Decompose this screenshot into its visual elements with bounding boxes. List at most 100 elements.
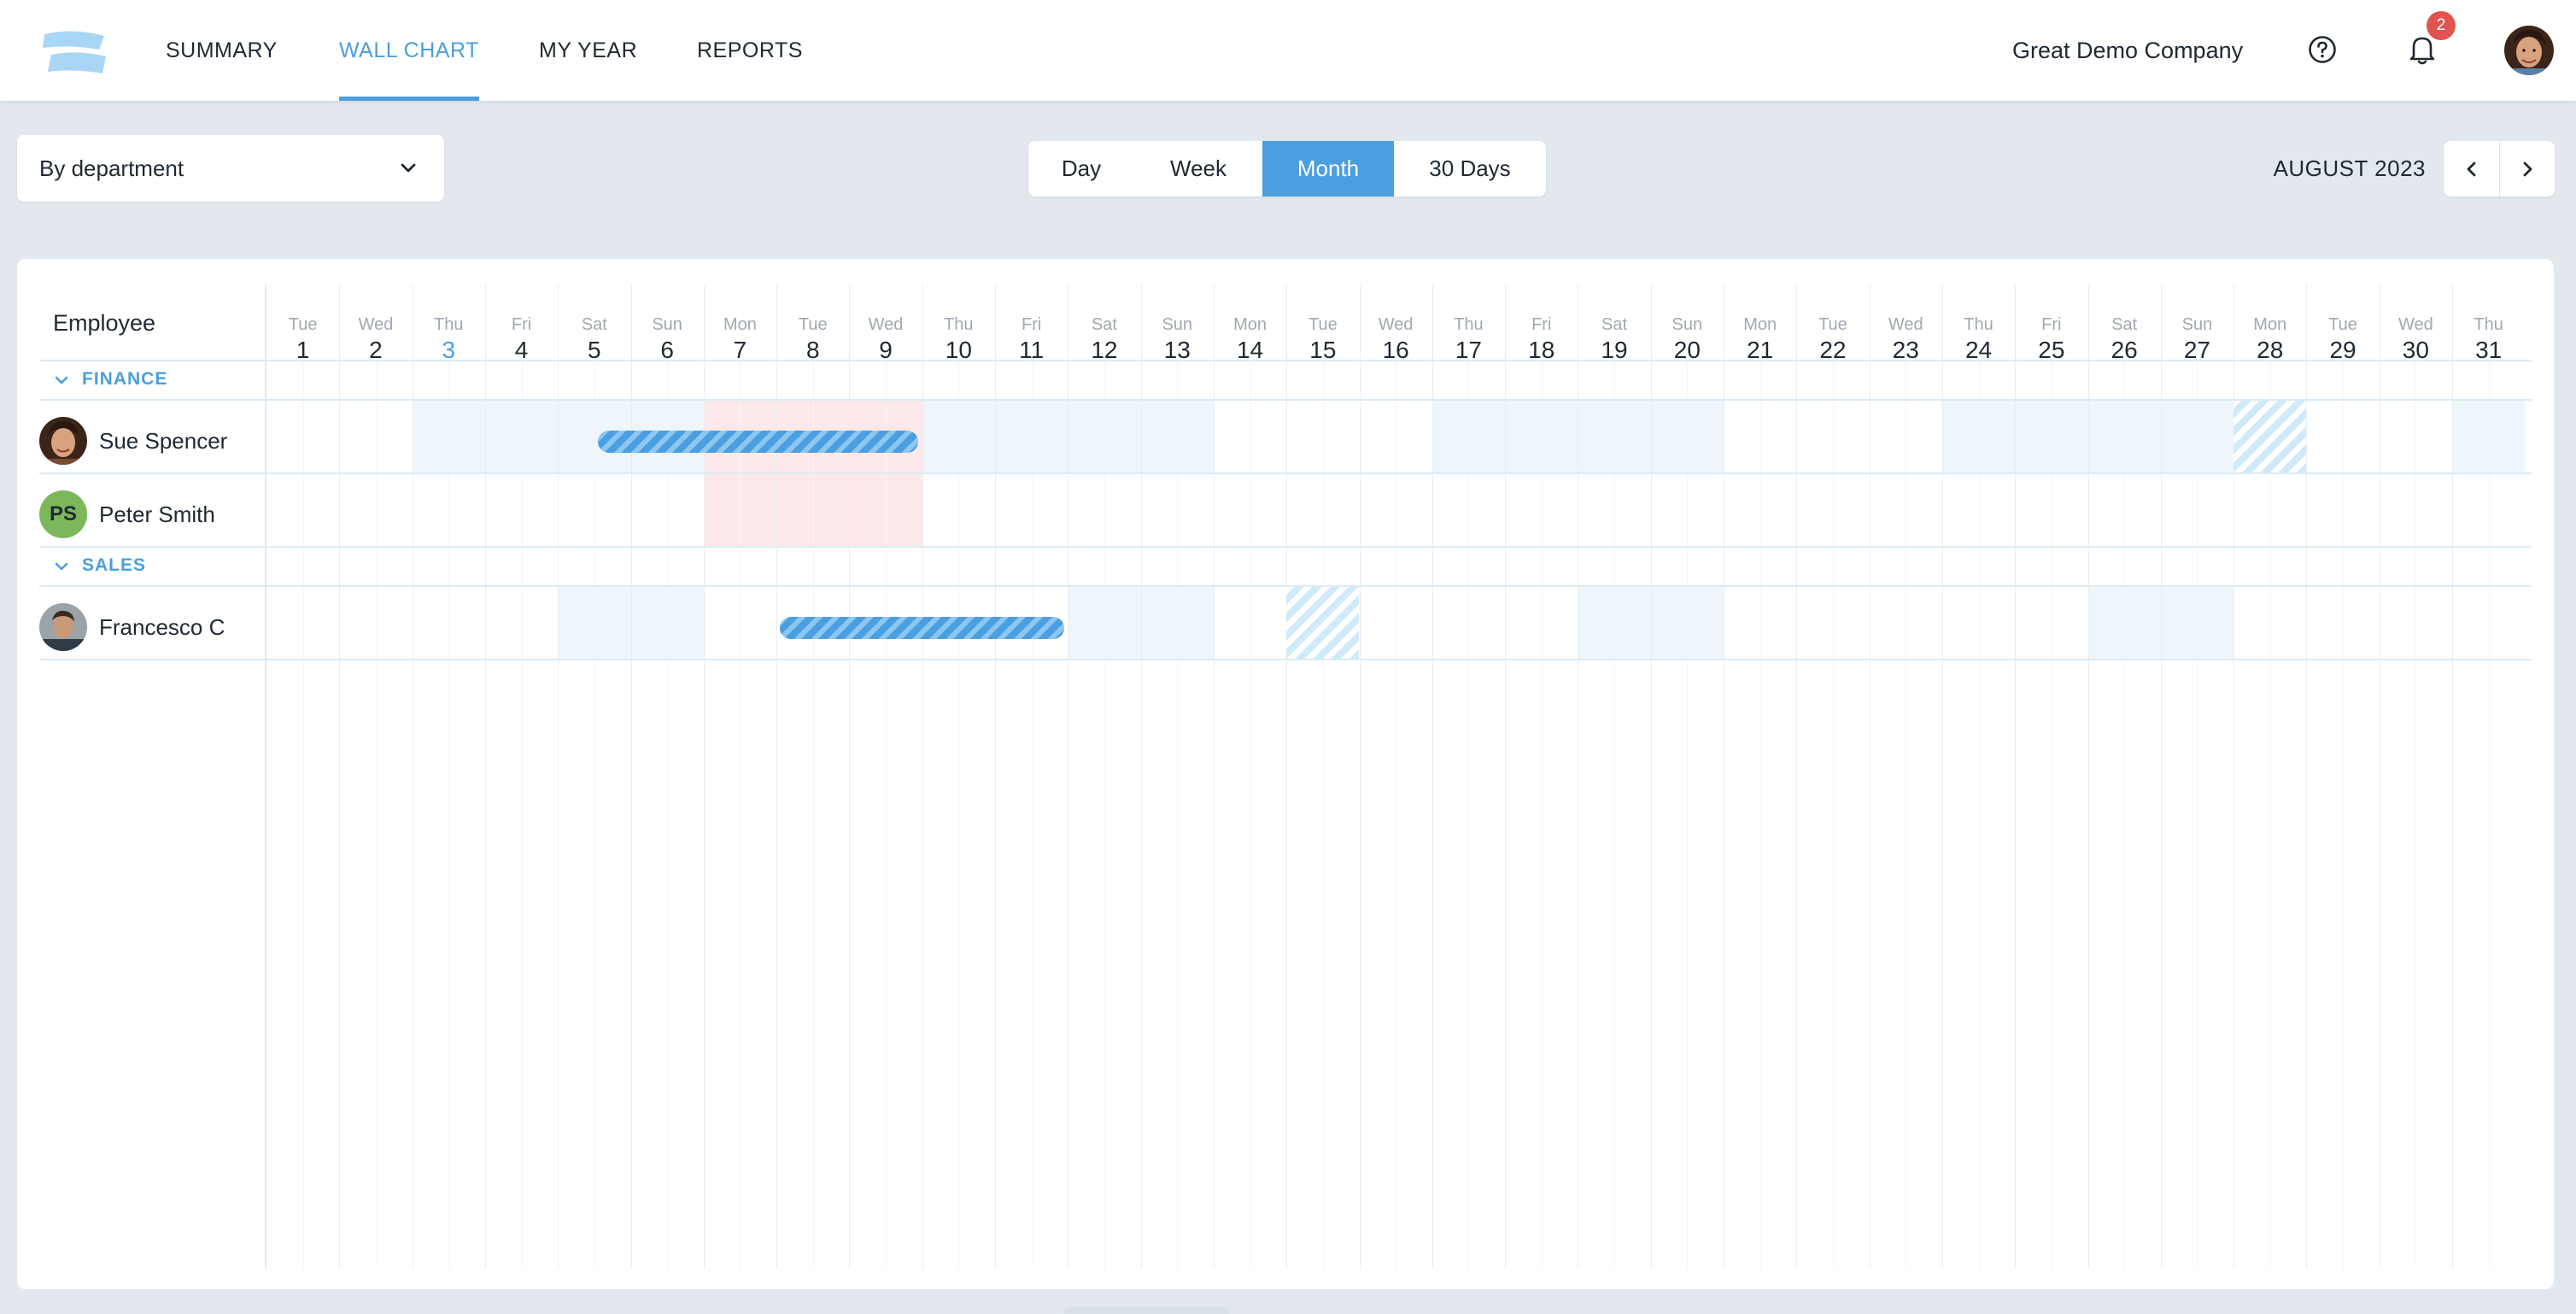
top-navigation: SUMMARY WALL CHART MY YEAR REPORTS Great… (0, 0, 2576, 101)
day-of-week-label: Sun (2181, 315, 2213, 334)
day-of-week-label: Tue (1818, 315, 1847, 334)
help-icon[interactable] (2308, 35, 2337, 64)
day-of-week-label: Wed (2397, 315, 2433, 334)
department-header-sales[interactable]: SALES (39, 546, 2532, 585)
current-period: AUGUST 2023 (2273, 155, 2426, 181)
period-pager (2444, 141, 2555, 197)
bottom-handle[interactable] (1064, 1306, 1230, 1314)
chevron-right-icon (2523, 161, 2532, 176)
view-week-button[interactable]: Week (1134, 141, 1262, 197)
half-day-divider (1832, 360, 1834, 1269)
nav-my-year[interactable]: MY YEAR (539, 0, 637, 101)
day-of-week-label: Mon (1233, 315, 1267, 334)
day-column-divider (1213, 285, 1215, 1269)
employee-row-sue-spencer[interactable]: Sue Spencer (39, 399, 265, 472)
day-of-week-label: Thu (944, 315, 974, 334)
half-day-divider (1177, 360, 1179, 1269)
half-day-divider (2415, 360, 2417, 1269)
employee-name: Francesco C (99, 614, 225, 640)
view-day-button[interactable]: Day (1028, 141, 1134, 197)
avatar: PS (39, 490, 87, 538)
view-30-days-button[interactable]: 30 Days (1394, 141, 1546, 197)
day-header-23: Wed 23 (1870, 315, 1942, 367)
day-column-divider (1431, 285, 1433, 1269)
leave-booking-bar[interactable] (780, 617, 1064, 639)
day-header-30: Wed 30 (2380, 315, 2452, 367)
pending-request-cell[interactable] (2234, 401, 2307, 472)
day-of-week-label: Fri (2041, 315, 2062, 334)
group-by-value: By department (39, 155, 184, 181)
view-month-button[interactable]: Month (1262, 141, 1394, 197)
day-header-7: Mon 7 (704, 315, 776, 367)
day-header-5: Sat 5 (558, 315, 630, 367)
day-of-week-label: Sat (1601, 315, 1628, 334)
nav-wall-chart[interactable]: WALL CHART (339, 0, 479, 101)
next-period-button[interactable] (2499, 141, 2555, 197)
day-of-week-label: Tue (798, 315, 828, 334)
day-header-1: Tue 1 (266, 315, 339, 367)
day-header-26: Sat 26 (2088, 315, 2161, 367)
half-day-divider (2269, 360, 2271, 1269)
employee-name: Sue Spencer (99, 428, 228, 454)
day-header-19: Sat 19 (1578, 315, 1650, 367)
day-header-14: Mon 14 (1214, 315, 1286, 367)
day-header-29: Tue 29 (2306, 315, 2379, 367)
day-column-divider (1286, 285, 1288, 1269)
half-day-divider (1322, 360, 1324, 1269)
day-column-divider (1869, 285, 1871, 1269)
day-header-11: Fri 11 (995, 315, 1068, 367)
day-header-15: Tue 15 (1286, 315, 1359, 367)
day-column-divider (1941, 285, 1943, 1269)
employee-row-peter-smith[interactable]: PS Peter Smith (39, 472, 265, 546)
notification-badge: 2 (2427, 11, 2456, 40)
day-column-divider (1140, 285, 1142, 1269)
day-header-24: Thu 24 (1942, 315, 2015, 367)
day-of-week-label: Fri (511, 315, 532, 334)
day-header-16: Wed 16 (1360, 315, 1432, 367)
half-day-divider (1759, 360, 1761, 1269)
company-name[interactable]: Great Demo Company (2012, 0, 2243, 101)
day-column-divider (484, 285, 486, 1269)
day-header-28: Mon 28 (2234, 315, 2306, 367)
user-avatar[interactable] (2504, 26, 2554, 75)
chevron-down-icon (401, 163, 416, 173)
day-header-31: Thu 31 (2452, 315, 2525, 367)
half-day-divider (958, 360, 960, 1269)
half-day-divider (812, 360, 814, 1269)
day-header-6: Sun 6 (631, 315, 704, 367)
previous-period-button[interactable] (2444, 141, 2499, 197)
day-of-week-label: Mon (2253, 315, 2287, 334)
employee-row-francesco-c[interactable]: Francesco C (39, 585, 265, 659)
day-of-week-label: Wed (358, 315, 394, 334)
pending-request-cell[interactable] (1286, 587, 1360, 659)
day-column-divider (1796, 285, 1798, 1269)
half-day-divider (667, 360, 669, 1269)
leave-booking-bar[interactable] (597, 431, 919, 453)
nav-reports[interactable]: REPORTS (697, 0, 803, 101)
day-of-week-label: Sat (581, 315, 607, 334)
day-of-week-label: Fri (1531, 315, 1552, 334)
group-by-select[interactable]: By department (17, 135, 444, 202)
day-of-week-label: Thu (1454, 315, 1484, 334)
department-header-finance[interactable]: FINANCE (39, 360, 2532, 399)
department-label: SALES (82, 555, 147, 575)
day-column-divider (2015, 285, 2017, 1269)
day-header-4: Fri 4 (485, 315, 558, 367)
day-of-week-label: Tue (1308, 315, 1338, 334)
day-column-divider (558, 285, 559, 1269)
day-header-13: Sun 13 (1141, 315, 1214, 367)
row-divider (39, 585, 2532, 587)
row-divider (39, 472, 2532, 474)
half-day-divider (740, 360, 741, 1269)
nav-summary[interactable]: SUMMARY (166, 0, 278, 101)
half-day-divider (1250, 360, 1251, 1269)
half-day-divider (1468, 360, 1470, 1269)
logo-icon[interactable] (39, 29, 108, 75)
day-header-18: Fri 18 (1505, 315, 1578, 367)
employee-column-header: Employee (53, 310, 156, 336)
day-header-17: Thu 17 (1432, 315, 1505, 367)
day-column-divider (2087, 285, 2089, 1269)
day-of-week-label: Thu (434, 315, 464, 334)
day-of-week-label: Wed (868, 315, 904, 334)
day-header-20: Sun 20 (1651, 315, 1724, 367)
